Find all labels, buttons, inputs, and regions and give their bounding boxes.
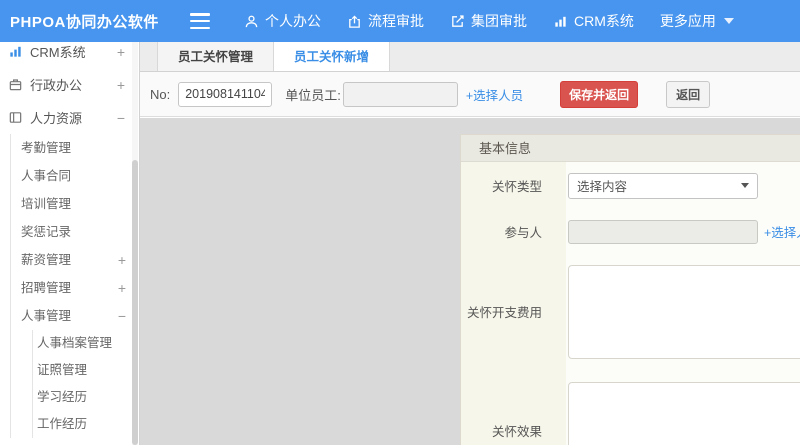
section-title: 基本信息 (461, 135, 800, 162)
sidebar-item-work-history[interactable]: 工作经历 (33, 411, 139, 438)
hr-submenu: 考勤管理 人事合同 培训管理 奖惩记录 薪资管理 + 招聘管理 + 人事管理 − 人事… (10, 134, 139, 438)
care-type-select[interactable]: 选择内容 (568, 172, 758, 199)
sidebar-item-reward-punish[interactable]: 奖惩记录 (11, 218, 139, 246)
sidebar-item-personnel[interactable]: 人事管理 − (11, 302, 139, 330)
sidebar-item-label: 培训管理 (21, 197, 72, 211)
sidebar-item-label: 学习经历 (37, 390, 88, 404)
bar-chart-icon (555, 16, 566, 27)
nav-label: 个人办公 (265, 13, 321, 29)
participants-label: 参与人 (461, 209, 566, 254)
main-area: 员工关怀管理 员工关怀新增 No: 单位员工: +选择人员 保存并返回 返回 基… (140, 42, 800, 445)
caret-down-icon (741, 183, 749, 188)
sidebar-item-training[interactable]: 培训管理 (11, 190, 139, 218)
return-button[interactable]: 返回 (666, 80, 711, 108)
sidebar-item-label: 薪资管理 (21, 253, 72, 267)
tab-employee-care-new[interactable]: 员工关怀新增 (274, 42, 391, 71)
sidebar-item-label: 奖惩记录 (21, 225, 72, 239)
effect-row: 关怀效果 (461, 369, 800, 445)
select-value: 选择内容 (577, 180, 628, 194)
participants-row: 参与人 +选择人员 (461, 209, 800, 254)
sidebar-item-label: 行政办公 (30, 78, 83, 93)
sidebar-item-label: 人事管理 (21, 309, 72, 323)
personnel-submenu: 人事档案管理 证照管理 学习经历 工作经历 (32, 330, 139, 438)
participants-input[interactable] (568, 219, 758, 244)
nav-label: 集团审批 (471, 13, 527, 29)
user-icon (245, 15, 258, 27)
sidebar-item-label: 人力资源 (30, 111, 83, 126)
sidebar-item-label: 人事合同 (21, 169, 72, 183)
sidebar: CRM系统 + 行政办公 + 人力资源 − 考勤管理 人事合同 培训管理 奖惩记… (0, 42, 140, 445)
nav-label: CRM系统 (574, 13, 634, 29)
book-icon (8, 110, 30, 125)
collapse-toggle[interactable]: − (118, 302, 126, 330)
sidebar-item-crm[interactable]: CRM系统 + (0, 42, 139, 68)
expense-row: 关怀开支费用 (461, 254, 800, 369)
sidebar-menu: CRM系统 + 行政办公 + 人力资源 − 考勤管理 人事合同 培训管理 奖惩记… (0, 42, 139, 438)
care-type-label: 关怀类型 (461, 162, 566, 209)
content-area: 基本信息 关怀类型 选择内容 参与人 +选择人员 关怀开支费用 (140, 118, 800, 445)
unit-employee-input[interactable] (342, 81, 458, 107)
briefcase-icon (8, 77, 30, 92)
sidebar-item-salary[interactable]: 薪资管理 + (11, 246, 139, 274)
app-title: PHPOA协同办公软件 (10, 13, 159, 31)
caret-down-icon (723, 18, 734, 24)
select-people-link[interactable]: +选择人员 (466, 85, 523, 104)
sidebar-item-label: 招聘管理 (21, 281, 72, 295)
bar-chart-icon (8, 44, 30, 59)
expand-toggle[interactable]: + (117, 77, 125, 93)
basic-info-panel: 基本信息 关怀类型 选择内容 参与人 +选择人员 关怀开支费用 (460, 134, 800, 445)
unit-employee-label: 单位员工: (285, 87, 341, 103)
nav-label: 更多应用 (659, 13, 716, 29)
top-nav: 个人办公 流程审批 集团审批 CRM系统 更多应用 (244, 11, 760, 31)
save-and-return-button[interactable]: 保存并返回 (560, 80, 639, 108)
sidebar-item-label: CRM系统 (30, 45, 86, 60)
expense-label: 关怀开支费用 (461, 254, 566, 369)
effect-label: 关怀效果 (461, 369, 566, 445)
expand-toggle[interactable]: + (118, 246, 126, 274)
sidebar-item-label: 考勤管理 (21, 141, 72, 155)
toolbar: No: 单位员工: +选择人员 保存并返回 返回 (140, 72, 800, 117)
tab-employee-care-manage[interactable]: 员工关怀管理 (157, 42, 275, 71)
sidebar-item-admin-office[interactable]: 行政办公 + (0, 68, 139, 101)
group-approval-icon (452, 14, 464, 27)
nav-crm-system[interactable]: CRM系统 (553, 11, 634, 31)
care-type-row: 关怀类型 选择内容 (461, 162, 800, 209)
sidebar-item-recruit[interactable]: 招聘管理 + (11, 274, 139, 302)
sidebar-item-study-history[interactable]: 学习经历 (33, 384, 139, 411)
nav-personal-office[interactable]: 个人办公 (244, 11, 321, 31)
flow-approval-icon (349, 15, 360, 28)
no-input[interactable] (178, 81, 273, 107)
sidebar-item-label: 人事档案管理 (37, 336, 113, 350)
sidebar-item-hr[interactable]: 人力资源 − (0, 101, 139, 134)
scrollbar-thumb[interactable] (132, 160, 138, 445)
nav-flow-approval[interactable]: 流程审批 (347, 11, 424, 31)
participants-select-link[interactable]: +选择人员 (764, 222, 800, 241)
top-bar: PHPOA协同办公软件 个人办公 流程审批 集团审批 CRM系统 更多应用 (0, 0, 800, 42)
sidebar-item-label: 工作经历 (37, 417, 88, 431)
effect-textarea[interactable] (568, 382, 800, 445)
sidebar-scrollbar[interactable] (132, 42, 138, 445)
collapse-toggle[interactable]: − (117, 110, 125, 126)
expand-toggle[interactable]: + (118, 274, 126, 302)
expense-textarea[interactable] (568, 264, 800, 359)
sidebar-item-label: 证照管理 (37, 363, 88, 377)
sidebar-item-certificates[interactable]: 证照管理 (33, 357, 139, 384)
sidebar-item-attendance[interactable]: 考勤管理 (11, 134, 139, 162)
no-label: No: (150, 86, 171, 102)
nav-more-apps[interactable]: 更多应用 (660, 11, 734, 31)
sidebar-item-personnel-files[interactable]: 人事档案管理 (33, 330, 139, 357)
hamburger-menu-icon[interactable] (190, 13, 210, 29)
sidebar-item-hr-contract[interactable]: 人事合同 (11, 162, 139, 190)
expand-toggle[interactable]: + (117, 44, 125, 60)
nav-label: 流程审批 (368, 13, 424, 29)
tab-bar: 员工关怀管理 员工关怀新增 (140, 42, 800, 72)
nav-group-approval[interactable]: 集团审批 (450, 11, 527, 31)
